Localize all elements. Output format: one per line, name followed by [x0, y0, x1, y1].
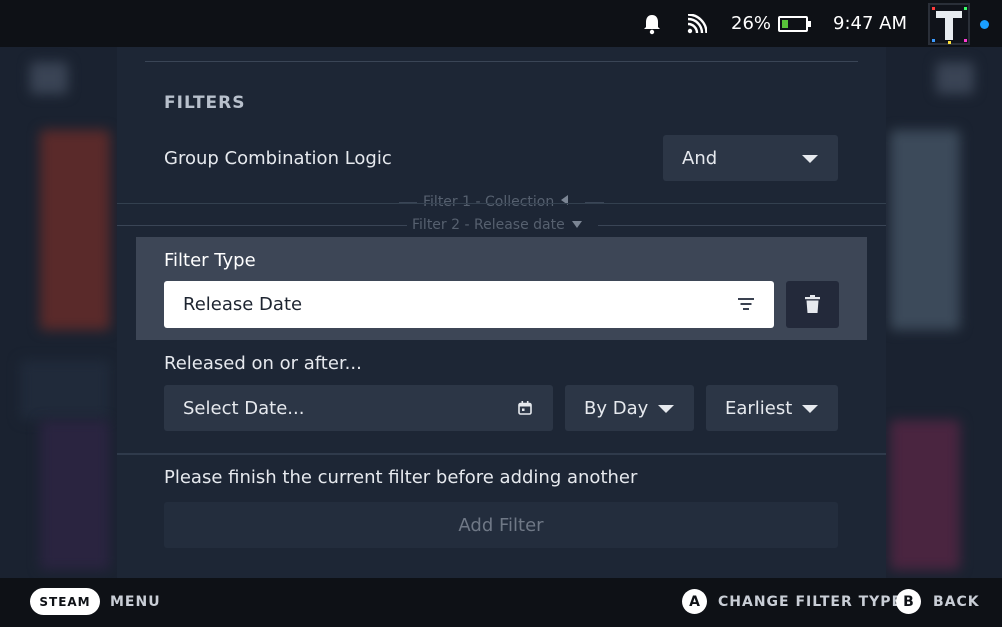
chevron-down-icon [802, 155, 818, 163]
trash-icon [805, 295, 820, 313]
steam-label: STEAM [39, 594, 91, 609]
chevron-down-icon [658, 405, 674, 413]
back-label: BACK [933, 594, 980, 610]
filter-type-value: Release Date [183, 294, 303, 315]
delete-filter-button[interactable] [786, 281, 839, 328]
group-logic-label: Group Combination Logic [164, 148, 392, 169]
filter1-toggle[interactable]: Filter 1 - Collection [423, 194, 569, 210]
divider [145, 61, 858, 62]
add-filter-label: Add Filter [458, 514, 544, 536]
battery-icon [778, 0, 811, 47]
notification-dot [980, 20, 989, 29]
chevron-down-icon [802, 405, 818, 413]
divider [117, 453, 886, 455]
add-filter-button[interactable]: Add Filter [164, 502, 838, 548]
released-label: Released on or after... [164, 353, 362, 374]
change-filter-type-label: CHANGE FILTER TYPE [718, 594, 903, 610]
battery-percent: 26% [731, 13, 772, 34]
divider-line [117, 203, 886, 204]
calendar-icon [518, 401, 532, 415]
avatar[interactable] [928, 3, 970, 45]
a-button-icon[interactable]: A [682, 589, 707, 614]
group-logic-dropdown[interactable]: And [663, 135, 838, 181]
hint-text: Please finish the current filter before … [164, 467, 638, 488]
granularity-dropdown[interactable]: By Day [565, 385, 694, 431]
filter-panel: FILTERS Group Combination Logic And Filt… [117, 47, 886, 578]
status-bar: 26% 9:47 AM [0, 0, 1002, 47]
filter2-toggle[interactable]: Filter 2 - Release date [412, 217, 582, 233]
group-logic-value: And [682, 147, 718, 169]
expanded-arrow-icon [571, 221, 582, 228]
order-value: Earliest [725, 397, 793, 419]
filter2-label: Filter 2 - Release date [412, 217, 565, 233]
filter-type-label: Filter Type [164, 250, 256, 271]
steam-button[interactable]: STEAM [30, 588, 100, 615]
divider-line [117, 225, 407, 226]
bell-icon [642, 0, 662, 47]
divider-line [598, 225, 886, 226]
b-button-icon[interactable]: B [896, 589, 921, 614]
broadcast-icon [687, 0, 707, 47]
date-placeholder: Select Date... [183, 397, 305, 419]
filter-type-select[interactable]: Release Date [164, 281, 774, 328]
battery-level [782, 19, 788, 28]
filter-type-row: Filter Type Release Date [136, 237, 867, 340]
bottom-bar: STEAM MENU A CHANGE FILTER TYPE B BACK [0, 578, 1002, 627]
order-dropdown[interactable]: Earliest [706, 385, 838, 431]
filter-lines-icon [738, 298, 754, 310]
section-title: FILTERS [164, 93, 246, 113]
menu-label: MENU [110, 594, 161, 610]
clock: 9:47 AM [833, 13, 907, 34]
granularity-value: By Day [584, 397, 649, 419]
date-picker[interactable]: Select Date... [164, 385, 553, 431]
filter1-label: Filter 1 - Collection [423, 194, 555, 210]
